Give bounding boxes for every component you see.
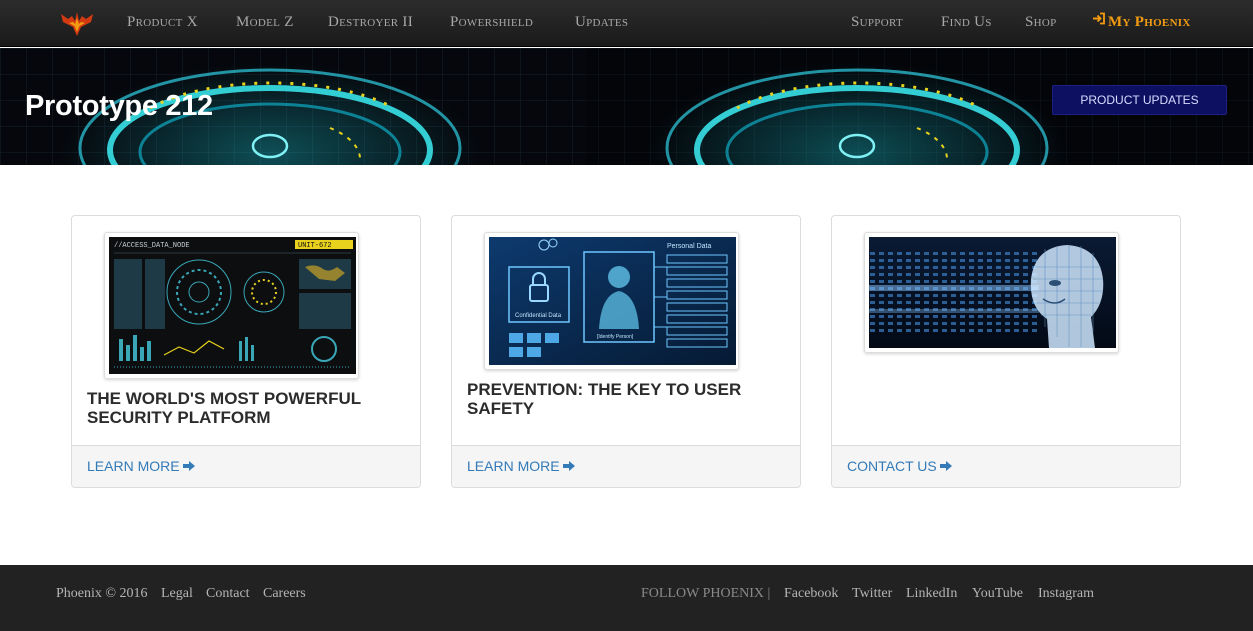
footer-link-legal[interactable]: Legal: [161, 586, 193, 602]
feature-card-contact: CONTACT US: [831, 215, 1181, 488]
nav-product-x[interactable]: Product X: [127, 0, 198, 45]
hero-banner: Prototype 212 PRODUCT UPDATES: [0, 48, 1253, 165]
digital-face-image: [869, 237, 1116, 348]
image-tag: UNIT-672: [298, 242, 332, 250]
image-caption: [Identify Person]: [597, 334, 634, 340]
nav-model-z[interactable]: Model Z: [236, 0, 294, 45]
image-caption: //ACCESS_DATA_NODE: [114, 242, 190, 250]
nav-my-phoenix[interactable]: My Phoenix: [1092, 0, 1191, 45]
card-image-frame: //ACCESS_DATA_NODE UNIT-672: [104, 232, 359, 379]
learn-more-link[interactable]: LEARN MORE: [87, 458, 196, 474]
nav-powershield[interactable]: Powershield: [450, 0, 533, 45]
nav-support[interactable]: Support: [851, 0, 903, 45]
social-link-linkedin[interactable]: LinkedIn: [906, 586, 957, 602]
arrow-right-icon: [182, 461, 195, 472]
arrow-right-icon: [562, 461, 575, 472]
arrow-right-icon: [939, 461, 952, 472]
social-link-youtube[interactable]: YouTube: [972, 586, 1023, 602]
image-caption: Personal Data: [667, 243, 711, 250]
learn-more-label: LEARN MORE: [87, 458, 180, 474]
follow-label: FOLLOW PHOENIX |: [641, 586, 771, 601]
footer-link-contact[interactable]: Contact: [206, 586, 250, 602]
page-title: Prototype 212: [25, 90, 213, 122]
feature-card-security-platform: //ACCESS_DATA_NODE UNIT-672 THE WORLD'S …: [71, 215, 421, 488]
card-footer: LEARN MORE: [72, 445, 420, 487]
data-security-image: Confidential Data [Identify Person] Pers…: [489, 237, 736, 365]
feature-card-prevention: Confidential Data [Identify Person] Pers…: [451, 215, 801, 488]
social-link-twitter[interactable]: Twitter: [852, 586, 892, 602]
learn-more-label: LEARN MORE: [467, 458, 560, 474]
nav-updates[interactable]: Updates: [575, 0, 628, 45]
learn-more-link[interactable]: LEARN MORE: [467, 458, 576, 474]
social-link-facebook[interactable]: Facebook: [784, 586, 838, 602]
hud-dashboard-image: //ACCESS_DATA_NODE UNIT-672: [109, 237, 356, 374]
card-footer: LEARN MORE: [452, 445, 800, 487]
card-footer: CONTACT US: [832, 445, 1180, 487]
card-title: The World's Most Powerful Security Platf…: [87, 389, 361, 427]
sign-in-icon: [1092, 0, 1106, 44]
nav-shop[interactable]: Shop: [1025, 0, 1057, 45]
contact-us-label: CONTACT US: [847, 458, 937, 474]
copyright-text: Phoenix © 2016: [56, 586, 148, 601]
page-footer: Phoenix © 2016 Legal Contact Careers FOL…: [0, 565, 1253, 631]
image-caption: Confidential Data: [515, 313, 562, 319]
card-image-frame: Confidential Data [Identify Person] Pers…: [484, 232, 739, 370]
nav-destroyer-ii[interactable]: Destroyer II: [328, 0, 413, 45]
my-phoenix-label: My Phoenix: [1108, 14, 1191, 30]
social-link-instagram[interactable]: Instagram: [1038, 586, 1094, 602]
top-navbar: Product X Model Z Destroyer II Powershie…: [0, 0, 1253, 47]
nav-find-us[interactable]: Find Us: [941, 0, 992, 45]
contact-us-link[interactable]: CONTACT US: [847, 458, 953, 474]
product-updates-button[interactable]: PRODUCT UPDATES: [1052, 85, 1227, 115]
footer-link-careers[interactable]: Careers: [263, 586, 306, 602]
card-image-frame: [864, 232, 1119, 353]
phoenix-logo-icon[interactable]: [60, 10, 94, 38]
card-title: Prevention: The Key to User Safety: [467, 380, 742, 418]
